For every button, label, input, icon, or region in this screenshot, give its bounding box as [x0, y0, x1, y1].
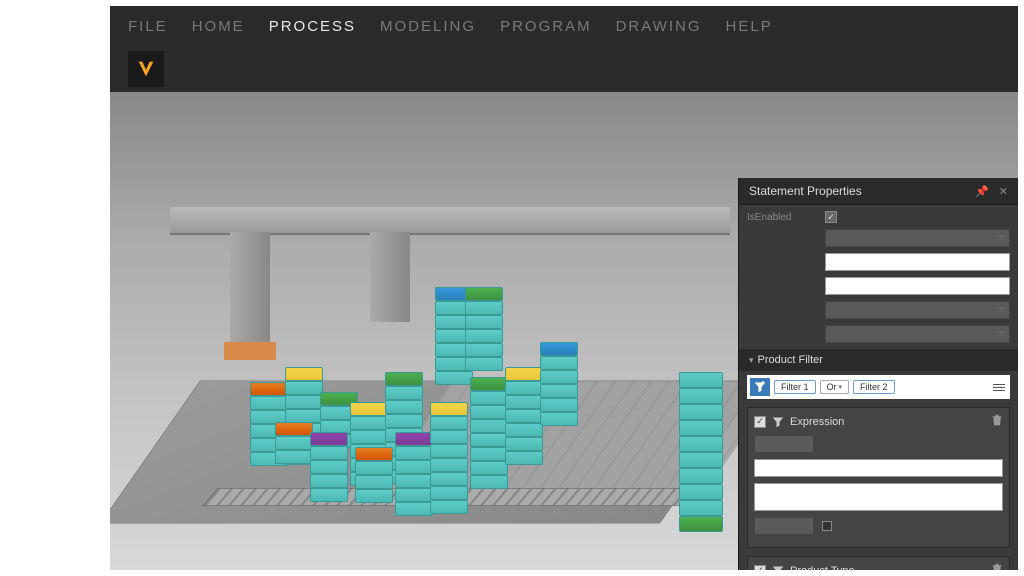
producttype-checkbox[interactable]: ✓	[754, 565, 766, 571]
filter-bar: Filter 1 Or Filter 2	[747, 375, 1010, 399]
support-column	[230, 232, 270, 342]
filter-menu-icon[interactable]	[991, 382, 1007, 393]
crate-stack	[505, 367, 543, 465]
section-product-filter[interactable]: Product Filter	[739, 349, 1018, 371]
property-field[interactable]	[825, 301, 1010, 319]
expression-block: ✓ Expression	[747, 407, 1010, 548]
producttype-title: Product Type	[790, 565, 855, 571]
expr-field[interactable]	[754, 435, 814, 453]
crate-stack	[355, 447, 393, 503]
overhead-beam	[170, 207, 730, 235]
pin-icon[interactable]: 📌	[975, 185, 989, 198]
panel-header: Statement Properties 📌 ✕	[739, 178, 1018, 205]
delete-icon[interactable]	[991, 414, 1003, 429]
add-filter-button[interactable]	[750, 378, 770, 396]
crate-stack	[470, 377, 508, 489]
filter-operator[interactable]: Or	[820, 380, 850, 394]
menu-home[interactable]: HOME	[192, 18, 245, 35]
small-checkbox[interactable]	[822, 521, 832, 531]
app-logo	[128, 51, 164, 87]
menu-help[interactable]: HELP	[726, 18, 773, 35]
crate-stack	[275, 422, 313, 464]
crate-stack	[465, 287, 503, 371]
property-field[interactable]	[825, 229, 1010, 247]
crate-stack	[395, 432, 433, 516]
property-field[interactable]	[825, 253, 1010, 271]
filter-chip[interactable]: Filter 2	[853, 380, 895, 394]
property-field[interactable]	[825, 325, 1010, 343]
funnel-icon	[772, 565, 784, 571]
enabled-label: IsEnabled	[747, 212, 817, 223]
property-field[interactable]	[825, 277, 1010, 295]
crate-stack	[310, 432, 348, 502]
product-type-block: ✓ Product Type	[747, 556, 1010, 570]
menu-process[interactable]: PROCESS	[269, 18, 356, 35]
viewport-3d[interactable]: Statement Properties 📌 ✕ IsEnabled ✓ Pro…	[110, 92, 1018, 570]
expr-field[interactable]	[754, 459, 1003, 477]
menu-program[interactable]: PROGRAM	[500, 18, 592, 35]
close-icon[interactable]: ✕	[999, 185, 1008, 198]
menu-modeling[interactable]: MODELING	[380, 18, 476, 35]
menu-file[interactable]: FILE	[128, 18, 168, 35]
filter-chip[interactable]: Filter 1	[774, 380, 816, 394]
delete-icon[interactable]	[991, 563, 1003, 570]
menu-drawing[interactable]: DRAWING	[616, 18, 702, 35]
crate-stack-tall	[679, 372, 723, 532]
properties-panel: Statement Properties 📌 ✕ IsEnabled ✓ Pro…	[738, 178, 1018, 570]
crate-stack	[540, 342, 578, 426]
enabled-checkbox[interactable]: ✓	[825, 211, 837, 223]
panel-title: Statement Properties	[749, 184, 862, 198]
support-column	[370, 232, 410, 322]
funnel-icon	[772, 416, 784, 428]
logo-row	[110, 46, 1018, 92]
menubar: FILE HOME PROCESS MODELING PROGRAM DRAWI…	[110, 6, 1018, 46]
expr-field[interactable]	[754, 483, 1003, 511]
expression-title: Expression	[790, 416, 844, 428]
expression-checkbox[interactable]: ✓	[754, 416, 766, 428]
crate-stack	[430, 402, 468, 514]
expr-field[interactable]	[754, 517, 814, 535]
